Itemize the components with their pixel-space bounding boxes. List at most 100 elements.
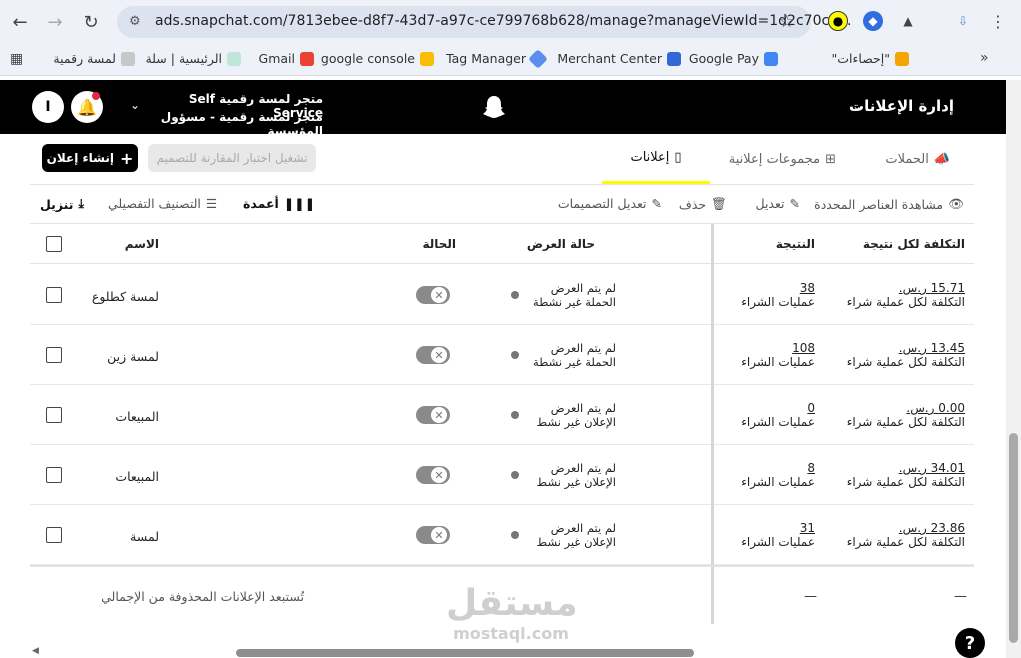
download-button[interactable]: ⤓ تنزيل bbox=[40, 196, 84, 212]
header-status[interactable]: الحالة bbox=[422, 237, 456, 251]
download-status-icon[interactable]: ⇩ bbox=[953, 11, 973, 31]
help-button[interactable]: ? bbox=[955, 628, 985, 658]
pencil-icon: ✎ bbox=[789, 196, 800, 211]
cost-value[interactable]: 15.71 ر.س. bbox=[847, 281, 965, 295]
table-row[interactable]: لمسة زين ✕ لم يتم العرض الحملة غير نشطة 1… bbox=[30, 325, 974, 385]
bookmark-google-pay[interactable]: Google Pay bbox=[689, 51, 778, 66]
table-row[interactable]: لمسة كطلوع ✕ لم يتم العرض الحملة غير نشطة… bbox=[30, 265, 974, 325]
extensions-icon[interactable]: ▲ bbox=[898, 11, 918, 31]
cost-value[interactable]: 23.86 ر.س. bbox=[847, 521, 965, 535]
status-toggle[interactable]: ✕ bbox=[416, 286, 450, 304]
bookmark-google-console[interactable]: google console bbox=[321, 51, 434, 66]
bookmark-salla[interactable]: الرئيسية | سلة bbox=[145, 51, 241, 66]
horizontal-scroll-thumb[interactable] bbox=[236, 649, 694, 657]
result-value[interactable]: 0 bbox=[741, 401, 815, 415]
megaphone-icon: 📣 bbox=[933, 151, 950, 167]
bookmark-label: لمسة رقمية bbox=[53, 51, 116, 66]
more-bookmarks-icon[interactable]: » bbox=[980, 50, 989, 66]
result-value[interactable]: 38 bbox=[741, 281, 815, 295]
more-menu-icon[interactable]: ⋮ bbox=[988, 11, 1008, 31]
result-value[interactable]: 8 bbox=[741, 461, 815, 475]
table-row[interactable]: المبيعات ✕ لم يتم العرض الإعلان غير نشط 8… bbox=[30, 445, 974, 505]
status-toggle[interactable]: ✕ bbox=[416, 346, 450, 364]
tag-extension-icon[interactable]: ◆ bbox=[863, 11, 883, 31]
columns-button[interactable]: ❚❚❚ أعمدة bbox=[243, 196, 315, 211]
edit-creatives-button[interactable]: ✎ تعديل التصميمات bbox=[558, 196, 662, 211]
vertical-scrollbar[interactable] bbox=[1006, 80, 1021, 658]
cost-cell: 34.01 ر.س. التكلفة لكل عملية شراء bbox=[847, 461, 965, 489]
status-toggle[interactable]: ✕ bbox=[416, 526, 450, 544]
header-name[interactable]: الاسم bbox=[125, 237, 159, 251]
scroll-left-icon[interactable]: ◀ bbox=[32, 646, 39, 656]
cost-value[interactable]: 13.45 ر.س. bbox=[847, 341, 965, 355]
ad-name[interactable]: لمسة كطلوع bbox=[92, 289, 159, 304]
result-value[interactable]: 108 bbox=[741, 341, 815, 355]
bookmark-gmail[interactable]: Gmail bbox=[259, 51, 314, 66]
tab-ads[interactable]: ▯ إعلانات bbox=[602, 134, 710, 184]
address-bar[interactable]: ⚙ ads.snapchat.com/7813ebee-d8f7-43d7-a9… bbox=[117, 6, 851, 38]
delivery-status: لم يتم العرض الإعلان غير نشط bbox=[537, 521, 616, 549]
chevron-down-icon[interactable]: ⌄ bbox=[852, 99, 862, 113]
header-cost-per-result[interactable]: التكلفة لكل نتيجة bbox=[863, 237, 965, 251]
forward-icon[interactable]: → bbox=[43, 10, 67, 34]
pencil-icon: ✎ bbox=[651, 196, 662, 211]
ad-name[interactable]: المبيعات bbox=[115, 469, 159, 484]
cost-value[interactable]: 0.00 ر.س. bbox=[847, 401, 965, 415]
cost-label: التكلفة لكل عملية شراء bbox=[846, 415, 965, 429]
reload-icon[interactable]: ↻ bbox=[79, 10, 103, 34]
result-value[interactable]: 31 bbox=[741, 521, 815, 535]
bookmark-star-icon[interactable]: ☆ bbox=[779, 12, 794, 32]
site-settings-icon[interactable]: ⚙ bbox=[129, 14, 141, 29]
tab-ad-sets[interactable]: ⊞ مجموعات إعلانية bbox=[729, 134, 836, 184]
bookmark-label: google console bbox=[320, 51, 415, 66]
bookmark-merchant-center[interactable]: Merchant Center bbox=[557, 51, 681, 66]
bookmark-tag-manager[interactable]: Tag Manager bbox=[446, 48, 548, 69]
gmail-icon bbox=[300, 51, 314, 66]
bookmark-stats[interactable]: "إحصاءات" bbox=[832, 51, 909, 66]
tab-label: الحملات bbox=[885, 151, 929, 167]
back-icon[interactable]: ← bbox=[8, 10, 32, 34]
ad-name[interactable]: لمسة زين bbox=[107, 349, 159, 364]
ab-test-button[interactable]: تشغيل اختبار المقارنة للتصميم bbox=[148, 144, 316, 172]
delete-button[interactable]: 🗑 حذف bbox=[679, 196, 727, 212]
row-checkbox[interactable] bbox=[46, 527, 62, 543]
snapchat-ghost-icon[interactable] bbox=[481, 94, 507, 120]
status-toggle[interactable]: ✕ bbox=[416, 406, 450, 424]
table-row[interactable]: لمسة ✕ لم يتم العرض الإعلان غير نشط 31 عمل… bbox=[30, 505, 974, 565]
bookmark-lamsa[interactable]: لمسة رقمية bbox=[53, 51, 135, 66]
header-result[interactable]: النتيجة bbox=[776, 237, 815, 251]
close-icon: ✕ bbox=[431, 347, 447, 363]
table-row[interactable]: المبيعات ✕ لم يتم العرض الإعلان غير نشط 0… bbox=[30, 385, 974, 445]
cost-value[interactable]: 34.01 ر.س. bbox=[847, 461, 965, 475]
ad-name[interactable]: لمسة bbox=[130, 529, 159, 544]
delivery-line2: الإعلان غير نشط bbox=[536, 415, 616, 429]
tool-label: تعديل bbox=[755, 196, 785, 211]
header-delivery[interactable]: حالة العرض bbox=[527, 237, 595, 251]
ad-name[interactable]: المبيعات bbox=[115, 409, 159, 424]
avatar[interactable]: I bbox=[32, 91, 64, 123]
apps-grid-icon[interactable]: ▦ bbox=[10, 51, 23, 67]
edit-button[interactable]: ✎ تعديل bbox=[755, 196, 800, 211]
bookmark-label: Tag Manager bbox=[446, 51, 526, 66]
org-chevron-down-icon[interactable]: ⌄ bbox=[130, 98, 140, 112]
horizontal-scrollbar[interactable]: ◀ bbox=[30, 644, 974, 658]
snapchat-extension-icon[interactable]: ● bbox=[828, 11, 848, 31]
delivery-line2: الإعلان غير نشط bbox=[536, 475, 616, 489]
result-label: عمليات الشراء bbox=[741, 535, 815, 549]
row-checkbox[interactable] bbox=[46, 407, 62, 423]
select-all-checkbox[interactable] bbox=[46, 236, 62, 252]
frozen-column-divider[interactable] bbox=[711, 224, 714, 624]
bookmark-label: الرئيسية | سلة bbox=[145, 51, 222, 66]
breakdown-button[interactable]: ☰ التصنيف التفصيلي bbox=[108, 196, 217, 211]
create-ad-button[interactable]: + إنشاء إعلان bbox=[42, 144, 138, 172]
status-toggle[interactable]: ✕ bbox=[416, 466, 450, 484]
bookmark-label: Google Pay bbox=[688, 51, 759, 66]
row-checkbox[interactable] bbox=[46, 287, 62, 303]
row-checkbox[interactable] bbox=[46, 467, 62, 483]
row-checkbox[interactable] bbox=[46, 347, 62, 363]
view-selected-button[interactable]: 👁 مشاهدة العناصر المحددة bbox=[814, 196, 964, 212]
page-title[interactable]: إدارة الإعلانات bbox=[849, 97, 954, 115]
tab-campaigns[interactable]: 📣 الحملات bbox=[885, 134, 950, 184]
tag-manager-icon bbox=[528, 48, 548, 69]
vertical-scroll-thumb[interactable] bbox=[1009, 433, 1018, 643]
